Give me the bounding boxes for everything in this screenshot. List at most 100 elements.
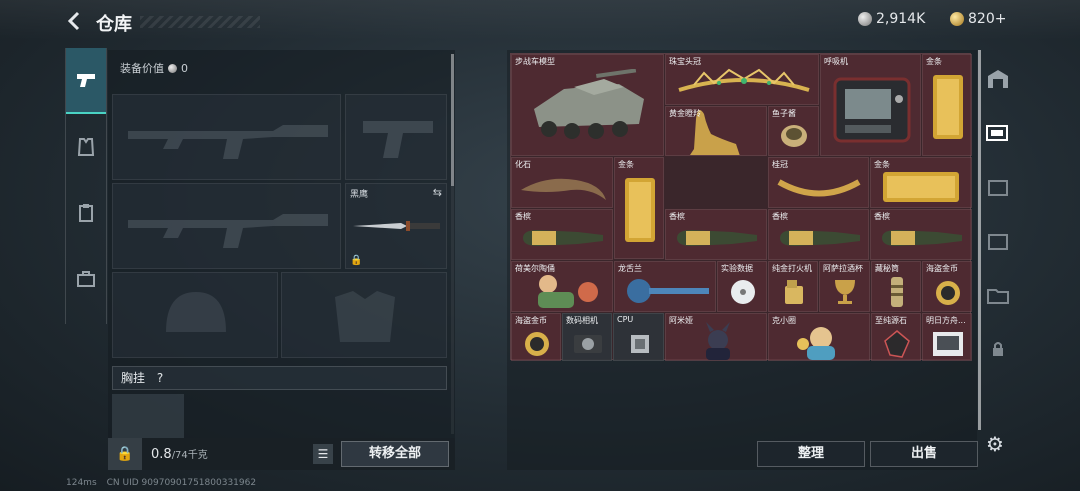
item-label: 实验数据 — [721, 264, 753, 273]
item-jewel-crown[interactable]: 珠宝头冠 — [665, 54, 819, 105]
weight-bar: 🔒 0.8/74千克 ☰ 转移全部 — [108, 438, 455, 470]
chest-rig-thumbnail[interactable] — [112, 394, 184, 438]
nav-armor[interactable] — [66, 114, 106, 180]
top-bar: 仓库 2,914K 820+ — [0, 0, 1080, 44]
helmet-silhouette-icon — [166, 292, 226, 332]
title-decoration — [140, 16, 260, 28]
tab-locked[interactable] — [982, 322, 1014, 376]
weight-max: /74千克 — [171, 450, 208, 461]
tab-storage[interactable] — [982, 52, 1014, 106]
gold-currency[interactable]: 820+ — [950, 11, 1006, 27]
warehouse-panel: 步战车模型 珠宝头冠 呼吸机 金条 黄金瞪羚 鱼子酱 化石 金条 桂冠 金条 香… — [507, 50, 981, 470]
item-champagne-3[interactable]: 香槟 — [768, 209, 869, 260]
lock-icon: 🔒 — [350, 255, 363, 266]
nav-weapons[interactable] — [66, 48, 106, 114]
lock-icon[interactable]: 🔒 — [108, 438, 142, 470]
coin-icon — [525, 332, 549, 356]
gold-amount: 820+ — [968, 11, 1007, 27]
item-tequila[interactable]: 龙舌兰 — [614, 261, 716, 312]
item-label: 步战车模型 — [515, 57, 555, 66]
item-pirate-coin-2[interactable]: 海盗金币 — [511, 313, 561, 361]
vest-icon — [77, 138, 95, 156]
nav-rig[interactable] — [66, 180, 106, 246]
item-label: 金条 — [926, 57, 942, 66]
list-view-button[interactable]: ☰ — [313, 444, 333, 464]
chest-rig-label: 胸挂 — [121, 371, 146, 385]
item-secret-tube[interactable]: 藏秘筒 — [871, 261, 921, 312]
pistol-icon — [77, 74, 95, 87]
item-label: 黄金瞪羚 — [669, 109, 701, 118]
loadout-scroll-thumb[interactable] — [451, 54, 454, 186]
gold-bar-icon — [625, 178, 655, 242]
item-originium[interactable]: 至纯源石 — [871, 313, 921, 361]
folder-icon — [987, 289, 1009, 304]
sidearm-slot[interactable] — [345, 94, 447, 180]
melee-slot[interactable]: 黑鹰 ⇆ 🔒 — [345, 183, 447, 269]
sort-button[interactable]: 整理 — [757, 441, 865, 467]
gold-bar-icon — [933, 75, 963, 139]
back-button[interactable] — [64, 10, 86, 32]
item-gold-bar[interactable]: 金条 — [922, 54, 972, 156]
tab-page-3[interactable] — [982, 160, 1014, 214]
settings-gear-icon[interactable]: ⚙ — [986, 432, 1004, 456]
item-gold-bar-2[interactable]: 金条 — [614, 157, 664, 259]
tab-page-5[interactable] — [982, 268, 1014, 322]
item-golden-gazelle[interactable]: 黄金瞪羚 — [665, 106, 767, 156]
cryptex-icon — [891, 277, 903, 307]
item-label: 龙舌兰 — [618, 264, 642, 273]
item-gold-lighter[interactable]: 纯金打火机 — [768, 261, 818, 312]
chest-rig-row[interactable]: 胸挂 ? — [112, 366, 447, 390]
item-label: 呼吸机 — [824, 57, 848, 66]
item-ventilator[interactable]: 呼吸机 — [820, 54, 921, 156]
pistol-silhouette-icon — [363, 121, 433, 158]
secondary-weapon-slot[interactable] — [112, 183, 341, 269]
helmet-slot[interactable] — [112, 272, 278, 358]
item-hormel-figurine[interactable]: 荷美尔陶俑 — [511, 261, 613, 312]
tab-collection[interactable] — [982, 106, 1014, 160]
item-label: 海盗金币 — [515, 316, 547, 325]
primary-weapon-slot[interactable] — [112, 94, 341, 180]
item-champagne[interactable]: 香槟 — [511, 209, 613, 260]
item-label: 桂冠 — [772, 160, 788, 169]
sell-button[interactable]: 出售 — [870, 441, 978, 467]
item-label: 化石 — [515, 160, 531, 169]
item-laurel[interactable]: 桂冠 — [768, 157, 869, 208]
champagne-bottle-icon — [523, 230, 603, 246]
equip-value-amount: 0 — [181, 61, 188, 75]
item-ifv-model[interactable]: 步战车模型 — [511, 54, 664, 156]
nav-backpack[interactable] — [66, 246, 106, 312]
item-arknights[interactable]: 明日方舟... — [922, 313, 972, 361]
item-label: 香槟 — [874, 212, 890, 221]
item-champagne-4[interactable]: 香槟 — [870, 209, 972, 260]
data-disc-icon — [731, 280, 755, 304]
swap-icon[interactable]: ⇆ — [433, 186, 442, 199]
ifv-model-icon — [534, 69, 644, 139]
transfer-all-button[interactable]: 转移全部 — [341, 441, 449, 467]
item-experiment-data[interactable]: 实验数据 — [717, 261, 767, 312]
item-gold-bar-3[interactable]: 金条 — [870, 157, 972, 208]
box-icon — [988, 180, 1008, 196]
help-icon[interactable]: ? — [157, 371, 163, 385]
item-label: 至纯源石 — [875, 316, 907, 325]
armor-slot[interactable] — [281, 272, 447, 358]
tab-page-4[interactable] — [982, 214, 1014, 268]
warehouse-scrollbar[interactable] — [978, 50, 981, 430]
item-ke-xiaoquan[interactable]: 克小圈 — [768, 313, 870, 361]
item-pirate-coin[interactable]: 海盗金币 — [922, 261, 972, 312]
warehouse-tab-nav — [982, 52, 1014, 378]
item-digital-camera[interactable]: 数码相机 — [562, 313, 612, 361]
game-box-icon — [933, 332, 963, 356]
item-cpu[interactable]: CPU — [613, 313, 664, 361]
item-label: 阿米娅 — [669, 316, 693, 325]
item-caviar[interactable]: 鱼子酱 — [768, 106, 819, 156]
item-fossil[interactable]: 化石 — [511, 157, 613, 208]
rifle-silhouette-icon — [128, 214, 328, 248]
item-amiya[interactable]: 阿米娅 — [665, 313, 767, 361]
chest-rig-icon — [79, 204, 93, 222]
item-label: 明日方舟... — [926, 316, 966, 325]
status-footer: 124ms CN UID 9097090175180033196​2 — [66, 478, 256, 488]
silver-coin-icon — [858, 12, 872, 26]
item-asara-cup[interactable]: 阿萨拉酒杯 — [819, 261, 870, 312]
page-title: 仓库 — [96, 14, 132, 35]
item-champagne-2[interactable]: 香槟 — [665, 209, 767, 260]
